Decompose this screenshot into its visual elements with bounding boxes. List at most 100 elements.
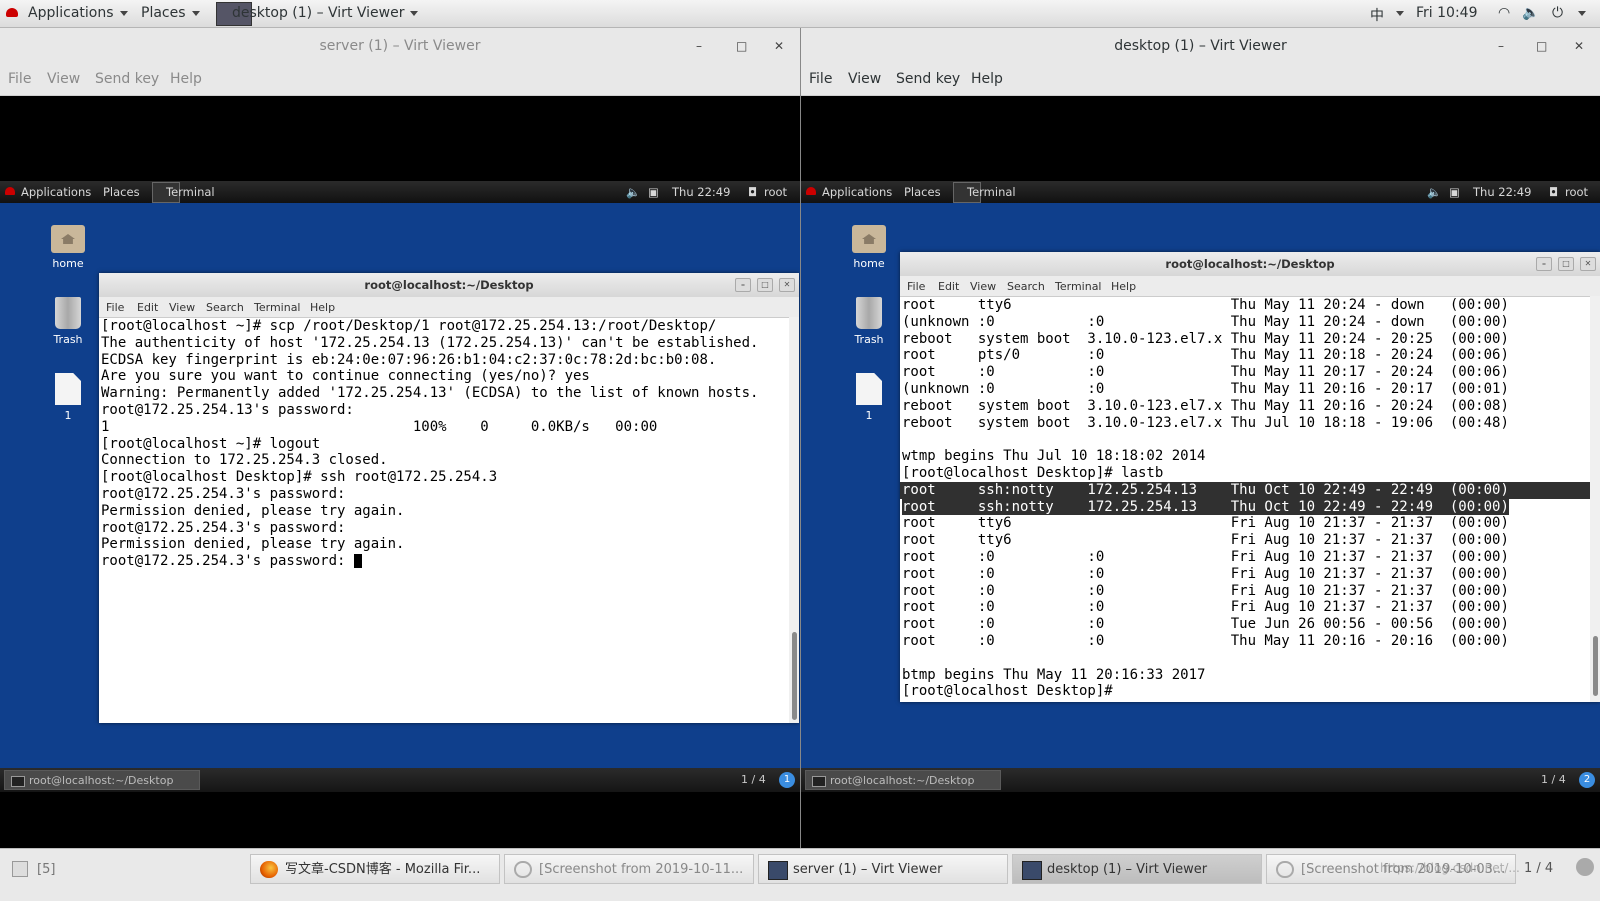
viewer-menubar: File View Send key Help <box>801 65 1600 96</box>
guest-taskbar-terminal[interactable]: root@localhost:~/Desktop <box>4 770 200 790</box>
terminal-line-selected: root ssh:notty 172.25.254.13 Thu Oct 10 … <box>900 481 1590 499</box>
maximize-button[interactable]: □ <box>736 28 747 65</box>
scrollbar[interactable] <box>1590 296 1600 702</box>
network-icon[interactable]: ▣ <box>648 185 659 199</box>
clock[interactable]: Fri 10:49 <box>1416 5 1477 21</box>
close-button[interactable]: ✕ <box>1574 28 1584 65</box>
workspace-indicator[interactable]: 1 / 4 <box>741 773 766 786</box>
menu-view[interactable]: View <box>169 301 195 314</box>
taskbar-item-server-viewer[interactable]: server (1) – Virt Viewer <box>758 854 1008 884</box>
menu-edit[interactable]: Edit <box>938 280 959 293</box>
window-titlebar[interactable]: server (1) – Virt Viewer – □ ✕ <box>0 28 800 65</box>
minimize-button[interactable]: – <box>696 28 702 65</box>
terminal-window[interactable]: root@localhost:~/Desktop – □ ✕ File Edit… <box>99 273 799 723</box>
file-desktop-icon[interactable]: 1 <box>843 373 895 422</box>
terminal-line: root :0 :0 Fri Aug 10 21:37 - 21:37 (00:… <box>902 548 1509 565</box>
guest-terminal-app-menu[interactable]: Terminal <box>967 185 1016 199</box>
scrollbar-thumb[interactable] <box>1593 636 1598 696</box>
input-method-caret[interactable] <box>1390 5 1404 21</box>
trash-desktop-icon[interactable]: Trash <box>42 297 94 346</box>
image-viewer-icon <box>514 861 532 878</box>
places-menu[interactable]: Places <box>141 5 200 21</box>
guest-clock[interactable]: Thu 22:49 <box>1473 185 1531 199</box>
terminal-prompt-line[interactable]: [root@localhost Desktop]# <box>900 683 1590 700</box>
menu-send-key[interactable]: Send key <box>896 71 960 87</box>
guest-terminal-app-menu[interactable]: Terminal <box>166 185 215 199</box>
maximize-button[interactable]: □ <box>1536 28 1547 65</box>
menu-terminal[interactable]: Terminal <box>254 301 301 314</box>
terminal-window[interactable]: root@localhost:~/Desktop – □ ✕ File Edit… <box>900 252 1600 702</box>
menu-view[interactable]: View <box>848 71 881 87</box>
file-desktop-icon[interactable]: 1 <box>42 373 94 422</box>
terminal-prompt-line[interactable]: root@172.25.254.3's password: <box>99 553 789 570</box>
menu-view[interactable]: View <box>47 71 80 87</box>
menu-view[interactable]: View <box>970 280 996 293</box>
notification-badge[interactable]: 1 <box>779 772 795 788</box>
wifi-icon[interactable]: ◠ <box>1498 5 1510 21</box>
window-title: server (1) – Virt Viewer <box>319 38 481 54</box>
terminal-titlebar[interactable]: root@localhost:~/Desktop – □ ✕ <box>99 273 799 297</box>
taskbar-window-list-button[interactable]: [5] <box>2 854 246 884</box>
menu-file[interactable]: File <box>809 71 832 87</box>
system-menu-caret[interactable] <box>1572 5 1586 21</box>
guest-user-menu[interactable]: root <box>764 185 787 199</box>
close-button[interactable]: ✕ <box>774 28 784 65</box>
volume-icon[interactable]: 🔈 <box>1427 185 1441 199</box>
guest-clock[interactable]: Thu 22:49 <box>672 185 730 199</box>
applications-menu[interactable]: Applications <box>28 5 128 21</box>
guest-applications-menu[interactable]: Applications <box>822 185 892 199</box>
menu-help[interactable]: Help <box>170 71 202 87</box>
terminal-line: root@172.25.254.3's password: <box>101 553 354 570</box>
icon-label: Trash <box>854 333 884 346</box>
menu-terminal[interactable]: Terminal <box>1055 280 1102 293</box>
minimize-button[interactable]: – <box>735 278 751 292</box>
guest-taskbar-terminal[interactable]: root@localhost:~/Desktop <box>805 770 1001 790</box>
notification-badge[interactable]: 2 <box>1579 772 1595 788</box>
menu-edit[interactable]: Edit <box>137 301 158 314</box>
guest-user-menu[interactable]: root <box>1565 185 1588 199</box>
terminal-output[interactable]: root tty6 Thu May 11 20:24 - down (00:00… <box>900 297 1590 700</box>
trash-icon <box>856 297 882 329</box>
menu-file[interactable]: File <box>8 71 31 87</box>
guest-applications-menu[interactable]: Applications <box>21 185 91 199</box>
taskbar-item-firefox[interactable]: 写文章-CSDN博客 - Mozilla Fir... <box>250 854 500 884</box>
close-button[interactable]: ✕ <box>779 278 795 292</box>
terminal-titlebar[interactable]: root@localhost:~/Desktop – □ ✕ <box>900 252 1600 276</box>
scrollbar[interactable] <box>789 317 799 723</box>
trash-desktop-icon[interactable]: Trash <box>843 297 895 346</box>
minimize-button[interactable]: – <box>1536 257 1552 271</box>
guest-places-menu[interactable]: Places <box>904 185 941 199</box>
maximize-button[interactable]: □ <box>757 278 773 292</box>
host-workspace-indicator[interactable]: 1 / 4 <box>1524 861 1553 876</box>
menu-file[interactable]: File <box>907 280 925 293</box>
close-button[interactable]: ✕ <box>1580 257 1596 271</box>
volume-icon[interactable]: 🔈 <box>1522 5 1539 21</box>
menu-help[interactable]: Help <box>1111 280 1136 293</box>
volume-icon[interactable]: 🔈 <box>626 185 640 199</box>
window-titlebar[interactable]: desktop (1) – Virt Viewer – □ ✕ <box>801 28 1600 65</box>
menu-send-key[interactable]: Send key <box>95 71 159 87</box>
taskbar-item-screenshot-1[interactable]: [Screenshot from 2019-10-11... <box>504 854 754 884</box>
workspace-indicator[interactable]: 1 / 4 <box>1541 773 1566 786</box>
active-window-menu[interactable]: desktop (1) – Virt Viewer <box>232 5 419 21</box>
scrollbar-thumb[interactable] <box>792 632 797 720</box>
taskbar-item-desktop-viewer[interactable]: desktop (1) – Virt Viewer <box>1012 854 1262 884</box>
minimize-button[interactable]: – <box>1498 28 1504 65</box>
menu-search[interactable]: Search <box>1007 280 1045 293</box>
menu-help[interactable]: Help <box>971 71 1003 87</box>
user-icon: ◘ <box>748 185 758 199</box>
home-desktop-icon[interactable]: home <box>42 225 94 270</box>
maximize-button[interactable]: □ <box>1558 257 1574 271</box>
input-method-indicator[interactable]: 中 <box>1370 5 1384 25</box>
menu-help[interactable]: Help <box>310 301 335 314</box>
notification-icon[interactable] <box>1576 858 1594 876</box>
home-desktop-icon[interactable]: home <box>843 225 895 270</box>
menu-search[interactable]: Search <box>206 301 244 314</box>
menu-file[interactable]: File <box>106 301 124 314</box>
terminal-line: reboot system boot 3.10.0-123.el7.x Thu … <box>902 330 1509 347</box>
power-icon[interactable]: ⏻ <box>1552 5 1563 21</box>
network-icon[interactable]: ▣ <box>1449 185 1460 199</box>
terminal-output[interactable]: [root@localhost ~]# scp /root/Desktop/1 … <box>99 318 789 570</box>
guest-places-menu[interactable]: Places <box>103 185 140 199</box>
